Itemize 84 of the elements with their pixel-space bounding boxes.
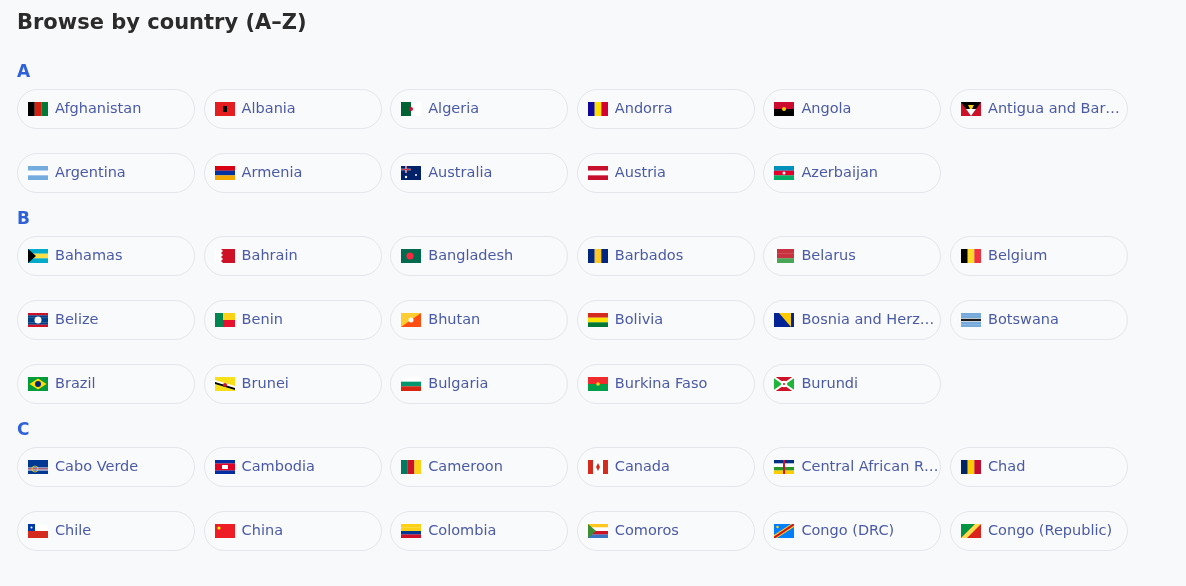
country-link[interactable]: Cameroon — [390, 447, 569, 487]
flag-icon — [587, 460, 608, 474]
country-link[interactable]: Colombia — [390, 511, 569, 551]
flag-icon — [28, 524, 48, 538]
country-link[interactable]: Australia — [390, 153, 569, 193]
country-link[interactable]: Bolivia — [576, 300, 755, 340]
country-link[interactable]: Benin — [203, 300, 382, 340]
country-link[interactable]: Belgium — [949, 236, 1128, 276]
flag-icon — [774, 249, 795, 263]
letter-heading: B — [17, 208, 31, 228]
country-link[interactable]: Antigua and Bar… — [949, 89, 1128, 129]
flag-icon — [214, 377, 235, 391]
country-link[interactable]: Bulgaria — [390, 364, 569, 404]
flag-icon — [587, 377, 608, 391]
letter-heading: A — [17, 61, 32, 81]
flag-icon — [401, 166, 422, 180]
country-link[interactable]: Cabo Verde — [17, 447, 195, 487]
flag-icon — [214, 166, 235, 180]
flag-icon — [214, 102, 235, 116]
flag-icon — [28, 102, 48, 116]
country-link[interactable]: Congo (DRC) — [763, 511, 942, 551]
flag-icon — [28, 377, 48, 391]
flag-icon — [214, 524, 235, 538]
country-link[interactable]: Armenia — [203, 153, 382, 193]
country-link[interactable]: Burkina Faso — [576, 364, 755, 404]
country-link[interactable]: Brunei — [203, 364, 382, 404]
flag-icon — [587, 166, 608, 180]
flag-icon — [774, 524, 795, 538]
flag-icon — [774, 313, 795, 327]
flag-icon — [960, 524, 981, 538]
country-link[interactable]: Brazil — [17, 364, 195, 404]
country-link[interactable]: Bosnia and Herz… — [763, 300, 942, 340]
flag-icon — [774, 166, 795, 180]
flag-icon — [214, 313, 235, 327]
flag-icon — [774, 102, 795, 116]
country-link[interactable]: Algeria — [390, 89, 569, 129]
country-link[interactable]: China — [203, 511, 382, 551]
country-link[interactable]: Burundi — [763, 364, 942, 404]
flag-icon — [774, 460, 795, 474]
flag-icon — [401, 524, 422, 538]
flag-icon — [960, 102, 981, 116]
flag-icon — [214, 249, 235, 263]
country-link[interactable]: Canada — [576, 447, 755, 487]
country-link[interactable]: Barbados — [576, 236, 755, 276]
country-link[interactable]: Belarus — [763, 236, 942, 276]
flag-icon — [587, 249, 608, 263]
flag-icon — [587, 313, 608, 327]
flag-icon — [401, 102, 422, 116]
flag-icon — [28, 313, 48, 327]
flag-icon — [214, 460, 235, 474]
country-link[interactable]: Argentina — [17, 153, 195, 193]
country-link[interactable]: Botswana — [949, 300, 1128, 340]
flag-icon — [960, 313, 981, 327]
flag-icon — [401, 249, 422, 263]
country-link[interactable]: Andorra — [576, 89, 755, 129]
flag-icon — [960, 460, 981, 474]
country-link[interactable]: Chile — [17, 511, 195, 551]
country-link[interactable]: Azerbaijan — [763, 153, 942, 193]
country-link[interactable]: Chad — [949, 447, 1128, 487]
flag-icon — [401, 460, 422, 474]
country-link[interactable]: Congo (Republic) — [949, 511, 1128, 551]
country-link[interactable]: Bhutan — [390, 300, 569, 340]
flag-icon — [960, 249, 981, 263]
country-link[interactable]: Comoros — [576, 511, 755, 551]
country-link[interactable]: Cambodia — [203, 447, 382, 487]
country-link[interactable]: Belize — [17, 300, 195, 340]
flag-icon — [774, 377, 795, 391]
country-link[interactable]: Austria — [576, 153, 755, 193]
page-title: Browse by country (A–Z) — [17, 9, 308, 36]
flag-icon — [28, 166, 48, 180]
flag-icon — [28, 249, 48, 263]
flag-icon — [28, 460, 48, 474]
flag-icon — [401, 313, 422, 327]
country-link[interactable]: Angola — [763, 89, 942, 129]
flag-icon — [401, 377, 422, 391]
country-link[interactable]: Bangladesh — [390, 236, 569, 276]
country-link[interactable]: Bahrain — [203, 236, 382, 276]
flag-icon — [587, 102, 608, 116]
country-link[interactable]: Central African R… — [763, 447, 942, 487]
letter-heading: C — [17, 419, 31, 439]
country-link[interactable]: Albania — [203, 89, 382, 129]
country-link[interactable]: Bahamas — [17, 236, 195, 276]
flag-icon — [587, 524, 608, 538]
country-link[interactable]: Afghanistan — [17, 89, 195, 129]
